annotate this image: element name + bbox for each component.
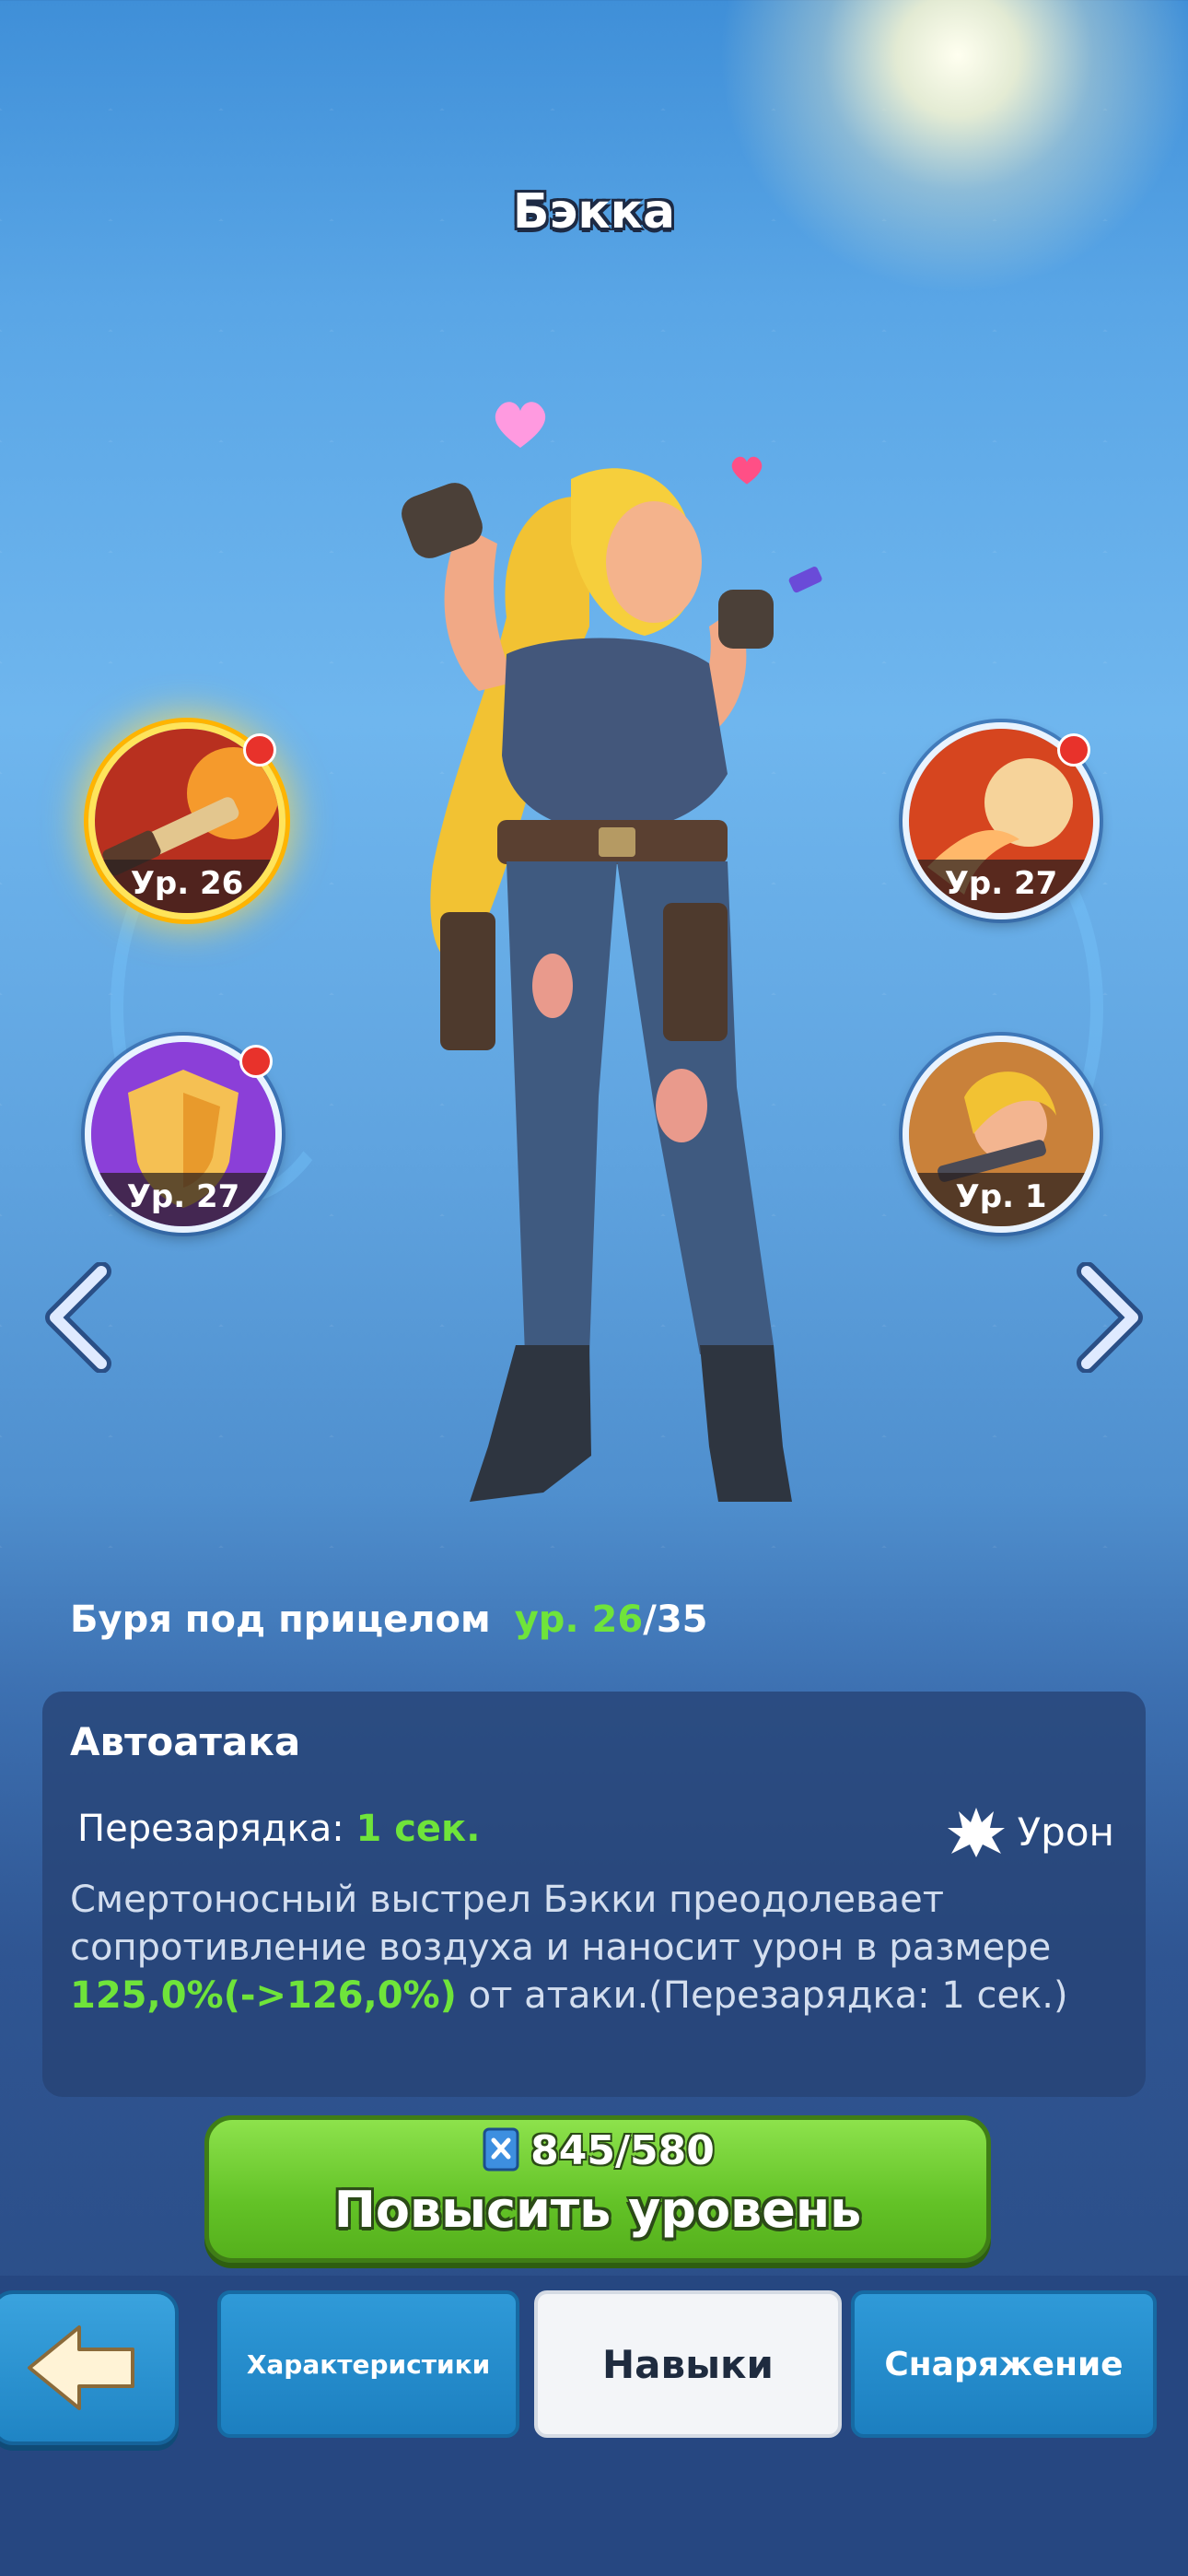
prev-hero-arrow-icon[interactable]: [37, 1262, 120, 1373]
skill-type: Автоатака: [70, 1719, 301, 1764]
upgrade-cost: 845/580: [209, 2127, 986, 2174]
tab-stats[interactable]: Характеристики: [217, 2290, 519, 2438]
skill-title-row: Буря под прицелом ур. 26/35: [70, 1598, 707, 1641]
cooldown-label: Перезарядка:: [77, 1808, 356, 1850]
back-arrow-icon: [28, 2325, 134, 2410]
skill-info-panel: Автоатака Перезарядка: 1 сек. Урон Смерт…: [42, 1692, 1146, 2097]
cooldown-value: 1 сек.: [355, 1808, 481, 1850]
upgrade-button[interactable]: 845/580 Повысить уровень: [204, 2115, 991, 2263]
upgrade-label: Повысить уровень: [333, 2181, 862, 2239]
skill-level-label: Ур. 27: [909, 860, 1093, 913]
description-text: Смертоносный выстрел Бэкки преодолевает …: [70, 1879, 1052, 1969]
skill-description: Смертоносный выстрел Бэкки преодолевает …: [70, 1876, 1111, 2020]
skill-level-label: Ур. 1: [909, 1173, 1093, 1226]
damage-type: Урон: [946, 1804, 1114, 1859]
hero-name: Бэкка: [512, 184, 676, 240]
upgrade-cost-value: 845/580: [530, 2127, 715, 2174]
skill-cooldown: Перезарядка: 1 сек.: [77, 1808, 480, 1850]
notification-dot: [243, 733, 276, 767]
notification-dot: [239, 1045, 273, 1078]
notification-dot: [1057, 733, 1090, 767]
tab-skills[interactable]: Навыки: [534, 2290, 842, 2438]
skill-level-label: Ур. 27: [91, 1173, 275, 1226]
description-text: от атаки.(Перезарядка: 1 сек.): [456, 1974, 1068, 2017]
next-hero-arrow-icon[interactable]: [1068, 1262, 1151, 1373]
sun-glow: [718, 0, 1188, 295]
skill-level-label: Ур. 26: [95, 860, 279, 913]
skill-level-prefix: ур.: [514, 1598, 592, 1641]
skill-name: Буря под прицелом: [70, 1598, 491, 1641]
hero-character: [402, 468, 822, 1502]
description-damage-value: 125,0%(->126,0%): [70, 1974, 457, 2017]
skill-level-current: 26: [591, 1598, 644, 1641]
back-button[interactable]: [0, 2290, 179, 2445]
skill-slot-4[interactable]: Ур. 1: [903, 1036, 1100, 1233]
skill-level-max: /35: [643, 1598, 708, 1641]
skill-book-icon: [483, 2127, 519, 2172]
explosion-icon: [947, 1808, 1005, 1857]
tab-gear[interactable]: Снаряжение: [851, 2290, 1157, 2438]
damage-label: Урон: [1017, 1809, 1114, 1855]
